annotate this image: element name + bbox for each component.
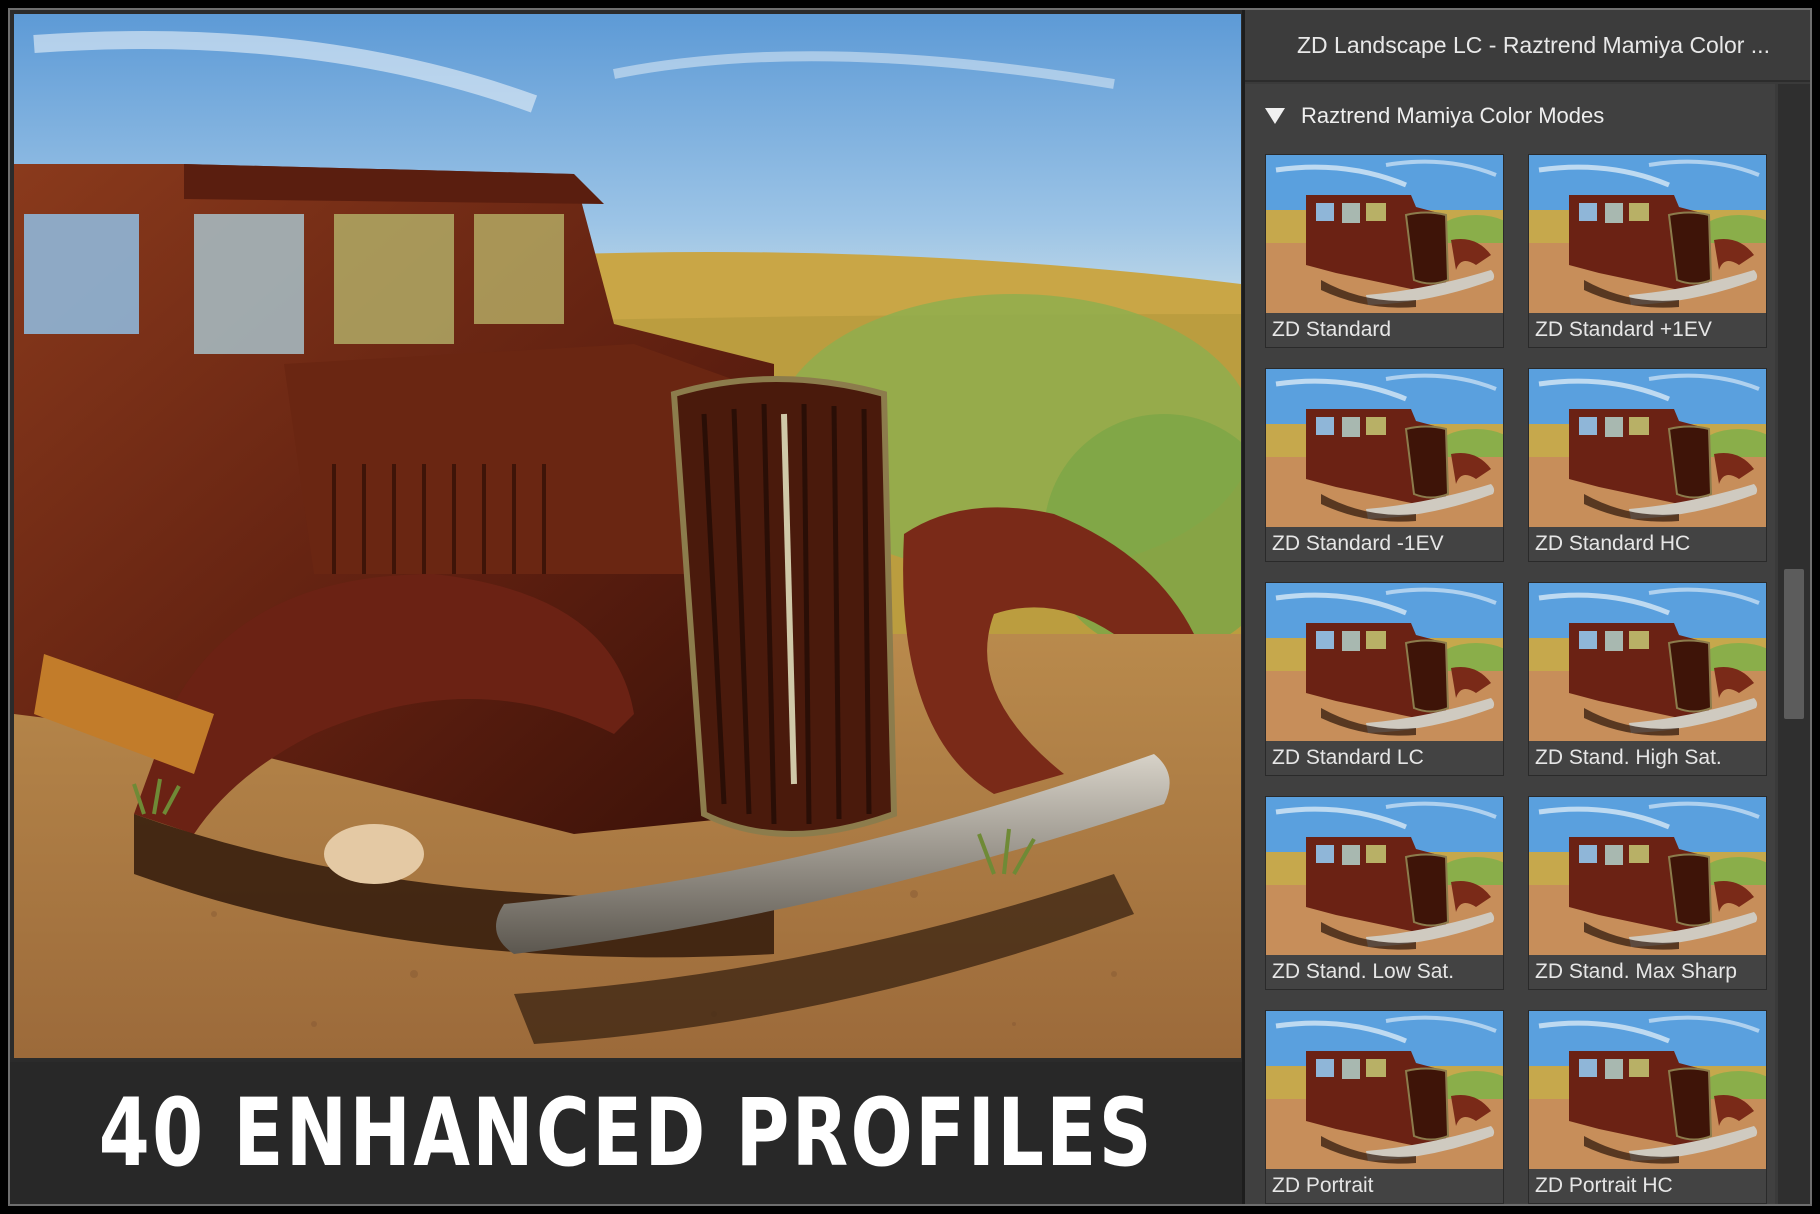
profile-grid: ZD Standard ZD Standard +1EV ZD Standard… <box>1265 154 1767 1204</box>
disclosure-triangle-icon[interactable] <box>1265 108 1285 124</box>
scrollbar-thumb[interactable] <box>1784 569 1804 719</box>
profile-thumbnail <box>1529 797 1766 955</box>
profile-label: ZD Standard LC <box>1266 741 1503 775</box>
profile-thumbnail <box>1529 369 1766 527</box>
profile-thumbnail <box>1266 1011 1503 1169</box>
profile-label: ZD Standard HC <box>1529 527 1766 561</box>
profile-group-header[interactable]: Raztrend Mamiya Color Modes <box>1265 98 1604 134</box>
profile-tile[interactable]: ZD Standard LC <box>1265 582 1504 776</box>
profile-label: ZD Portrait <box>1266 1169 1503 1203</box>
profile-thumbnail <box>1266 369 1503 527</box>
profile-label: ZD Standard -1EV <box>1266 527 1503 561</box>
profile-thumbnail <box>1266 797 1503 955</box>
profile-browser-panel: ZD Landscape LC - Raztrend Mamiya Color … <box>1242 10 1810 1204</box>
panel-scrollbar[interactable] <box>1778 84 1810 1204</box>
profile-thumbnail <box>1266 155 1503 313</box>
profile-tile[interactable]: ZD Standard -1EV <box>1265 368 1504 562</box>
profile-label: ZD Portrait HC <box>1529 1169 1766 1203</box>
profile-group-title: Raztrend Mamiya Color Modes <box>1301 103 1605 128</box>
app-frame: 40 ENHANCED PROFILES ZD Landscape LC - R… <box>8 8 1812 1206</box>
profile-tile[interactable]: ZD Standard HC <box>1528 368 1767 562</box>
banner-text: 40 ENHANCED PROFILES <box>98 1078 1154 1188</box>
promo-banner: 40 ENHANCED PROFILES <box>10 1062 1242 1204</box>
profile-thumbnail <box>1529 155 1766 313</box>
profile-label: ZD Stand. Low Sat. <box>1266 955 1503 989</box>
profile-thumbnail <box>1529 1011 1766 1169</box>
profile-tile[interactable]: ZD Stand. Low Sat. <box>1265 796 1504 990</box>
profile-thumbnail <box>1266 583 1503 741</box>
profile-tile[interactable]: ZD Stand. Max Sharp <box>1528 796 1767 990</box>
profile-tile[interactable]: ZD Stand. High Sat. <box>1528 582 1767 776</box>
profile-label: ZD Stand. Max Sharp <box>1529 955 1766 989</box>
profile-label: ZD Standard <box>1266 313 1503 347</box>
profile-tile[interactable]: ZD Standard <box>1265 154 1504 348</box>
panel-title: ZD Landscape LC - Raztrend Mamiya Color … <box>1245 10 1810 82</box>
profile-label: ZD Stand. High Sat. <box>1529 741 1766 775</box>
profile-list[interactable]: Raztrend Mamiya Color Modes ZD Standard <box>1245 84 1775 1204</box>
profile-tile[interactable]: ZD Portrait HC <box>1528 1010 1767 1204</box>
profile-label: ZD Standard +1EV <box>1529 313 1766 347</box>
profile-thumbnail <box>1529 583 1766 741</box>
main-preview-image <box>14 14 1241 1058</box>
profile-tile[interactable]: ZD Portrait <box>1265 1010 1504 1204</box>
profile-tile[interactable]: ZD Standard +1EV <box>1528 154 1767 348</box>
